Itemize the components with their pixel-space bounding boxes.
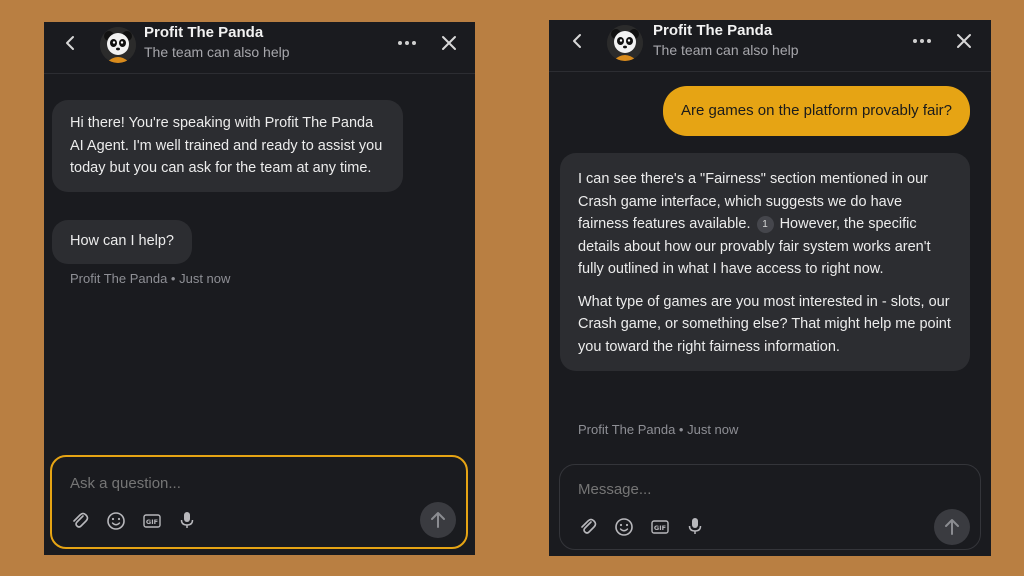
agent-status: The team can also help [144, 44, 290, 60]
svg-text:GIF: GIF [146, 518, 158, 526]
agent-message-reply: I can see there's a "Fairness" section m… [560, 153, 970, 371]
attach-icon[interactable] [578, 517, 598, 537]
emoji-icon[interactable] [614, 517, 634, 537]
chat-header: Profit The Panda The team can also help [549, 20, 991, 72]
user-message: Are games on the platform provably fair? [663, 86, 970, 136]
close-icon[interactable] [438, 32, 460, 54]
gif-icon[interactable]: GIF [142, 511, 162, 531]
reply-paragraph-2: What type of games are you most interest… [578, 293, 951, 355]
chat-header: Profit The Panda The team can also help [44, 22, 475, 74]
agent-name: Profit The Panda [653, 22, 773, 39]
agent-message-greeting: Hi there! You're speaking with Profit Th… [52, 100, 403, 192]
agent-name: Profit The Panda [144, 24, 264, 41]
svg-text:GIF: GIF [654, 524, 666, 532]
chat-window-right: Profit The Panda The team can also help … [549, 20, 991, 556]
back-icon[interactable] [62, 34, 80, 52]
send-button[interactable] [420, 502, 456, 538]
more-icon[interactable] [396, 32, 418, 54]
back-icon[interactable] [569, 32, 587, 50]
microphone-icon[interactable] [177, 510, 197, 530]
message-meta: Profit The Panda • Just now [70, 271, 231, 286]
more-icon[interactable] [911, 30, 933, 52]
close-icon[interactable] [953, 30, 975, 52]
message-input[interactable] [578, 481, 962, 498]
question-input[interactable] [70, 475, 448, 492]
agent-status: The team can also help [653, 42, 799, 58]
emoji-icon[interactable] [106, 511, 126, 531]
panda-avatar [100, 27, 136, 63]
attach-icon[interactable] [70, 511, 90, 531]
composer: GIF [559, 464, 981, 550]
send-button[interactable] [934, 509, 970, 545]
citation-badge[interactable]: 1 [756, 216, 774, 233]
send-arrow-icon [431, 512, 445, 528]
panda-avatar [607, 25, 643, 61]
microphone-icon[interactable] [685, 516, 705, 536]
send-arrow-icon [945, 519, 959, 535]
gif-icon[interactable]: GIF [650, 517, 670, 537]
agent-message-help: How can I help? [52, 220, 192, 264]
message-meta: Profit The Panda • Just now [578, 422, 739, 437]
chat-window-left: Profit The Panda The team can also help … [44, 22, 475, 555]
composer: GIF [50, 455, 468, 549]
reply-paragraph-1: I can see there's a "Fairness" section m… [578, 168, 952, 281]
